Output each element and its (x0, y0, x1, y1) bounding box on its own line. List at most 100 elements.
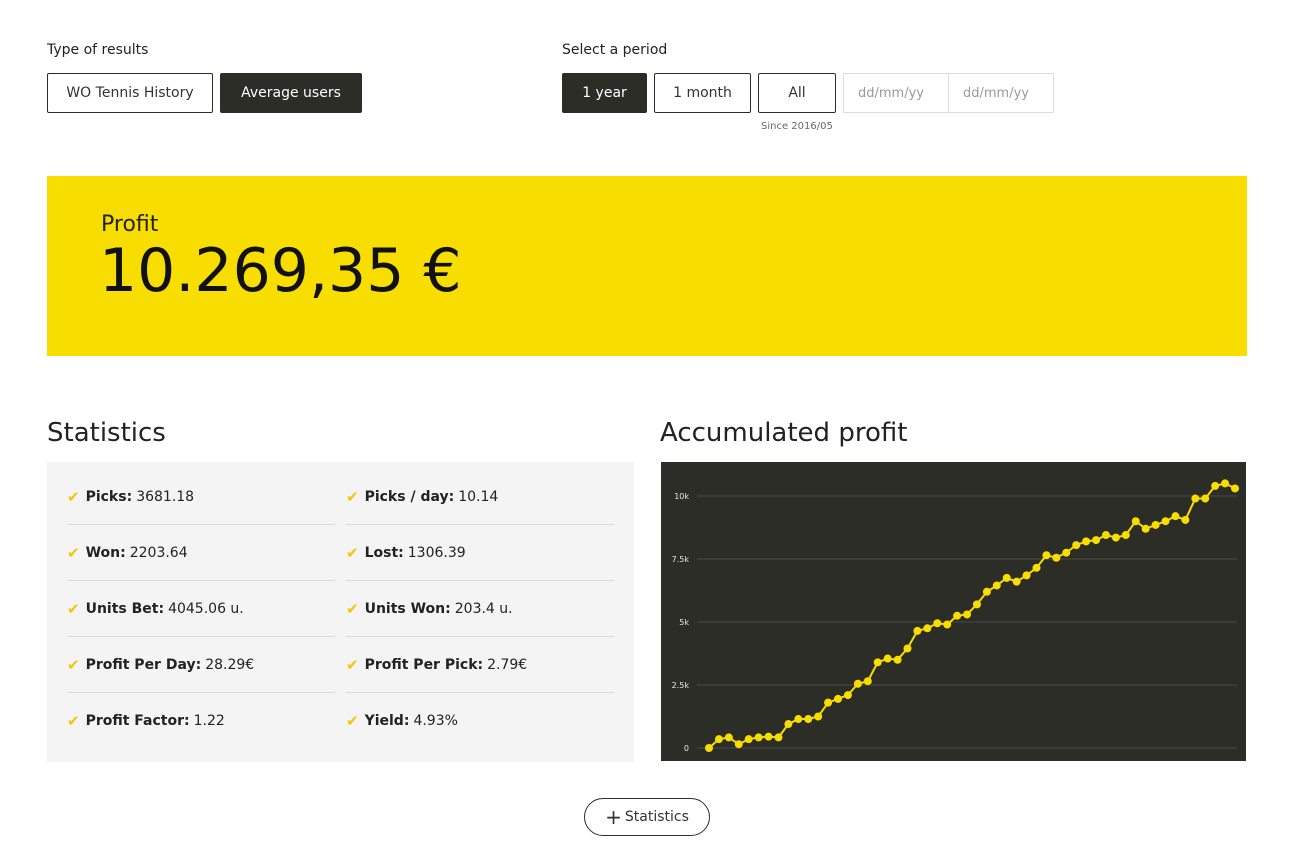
statistics-title: Statistics (47, 418, 166, 448)
stat-label: Profit Factor: (85, 712, 190, 729)
period-1-year-button[interactable]: 1 year (562, 73, 647, 113)
data-point[interactable] (1022, 571, 1031, 580)
data-point[interactable] (1012, 577, 1021, 586)
data-point[interactable] (1121, 531, 1130, 540)
data-point[interactable] (1171, 512, 1180, 521)
data-point[interactable] (953, 611, 962, 620)
stat-profit-factor: ✔ Profit Factor: 1.22 (67, 693, 335, 748)
data-point[interactable] (1181, 515, 1190, 524)
data-point[interactable] (923, 624, 932, 633)
stat-label: Units Bet: (85, 601, 165, 617)
period-label: Select a period (562, 42, 668, 58)
period-all-button[interactable]: All (758, 73, 836, 113)
y-tick-label: 0 (684, 744, 689, 753)
data-point[interactable] (804, 715, 813, 724)
y-tick-label: 10k (674, 492, 689, 501)
stat-label: Yield: (364, 712, 410, 729)
data-point[interactable] (843, 691, 852, 700)
data-point[interactable] (1201, 494, 1210, 503)
stat-label: Units Won: (364, 601, 451, 617)
check-icon: ✔ (346, 544, 359, 562)
check-icon: ✔ (346, 656, 359, 674)
since-note: Since 2016/05 (761, 121, 833, 132)
accumulated-profit-chart: 0 2.5k 5k 7.5k 10k (661, 462, 1246, 761)
data-point[interactable] (834, 694, 843, 703)
data-point[interactable] (933, 619, 942, 628)
accumulated-profit-title: Accumulated profit (660, 418, 908, 448)
plus-icon: + (605, 805, 622, 829)
data-point[interactable] (972, 600, 981, 609)
data-point[interactable] (853, 679, 862, 688)
data-point[interactable] (883, 654, 892, 663)
data-point[interactable] (1032, 563, 1041, 572)
stat-value: 10.14 (458, 489, 499, 505)
data-point[interactable] (1161, 517, 1170, 526)
profit-value: 10.269,35 € (99, 236, 462, 306)
data-point[interactable] (1151, 520, 1160, 529)
data-point[interactable] (1052, 553, 1061, 562)
data-point[interactable] (903, 644, 912, 653)
check-icon: ✔ (67, 711, 80, 730)
data-point[interactable] (1111, 533, 1120, 542)
stat-lost: ✔ Lost: 1306.39 (346, 526, 614, 581)
period-1-month-button[interactable]: 1 month (654, 73, 751, 113)
data-point[interactable] (794, 715, 803, 724)
data-point[interactable] (1072, 541, 1081, 550)
data-point[interactable] (1062, 548, 1071, 557)
data-point[interactable] (893, 655, 902, 664)
stat-value: 203.4 u. (454, 601, 513, 617)
more-statistics-button[interactable]: + Statistics (584, 798, 710, 836)
data-point[interactable] (873, 658, 882, 667)
statistics-panel: ✔ Picks: 3681.18 ✔ Picks / day: 10.14 ✔ … (47, 462, 634, 762)
check-icon: ✔ (67, 656, 80, 674)
data-point[interactable] (814, 712, 823, 721)
data-point[interactable] (714, 735, 723, 744)
data-point[interactable] (1101, 531, 1110, 540)
data-point[interactable] (913, 626, 922, 635)
data-point[interactable] (1131, 517, 1140, 526)
stat-value: 1306.39 (407, 545, 466, 561)
y-tick-label: 2.5k (672, 681, 690, 690)
data-point[interactable] (774, 733, 783, 742)
data-point[interactable] (1042, 551, 1051, 560)
average-users-button[interactable]: Average users (220, 73, 362, 113)
stat-label: Won: (85, 545, 126, 561)
wo-tennis-history-button[interactable]: WO Tennis History (47, 73, 213, 113)
check-icon: ✔ (67, 600, 80, 618)
data-point[interactable] (963, 610, 972, 619)
y-tick-label: 7.5k (672, 555, 690, 564)
data-point[interactable] (754, 733, 763, 742)
date-from-input[interactable] (843, 73, 949, 113)
stat-profit-per-day: ✔ Profit Per Day: 28.29€ (67, 638, 335, 693)
data-point[interactable] (982, 587, 991, 596)
data-point[interactable] (724, 733, 733, 742)
stat-units-won: ✔ Units Won: 203.4 u. (346, 582, 614, 637)
data-point[interactable] (1231, 484, 1239, 493)
stat-value: 4.93% (413, 712, 458, 729)
data-point[interactable] (1221, 479, 1230, 488)
data-point[interactable] (1191, 494, 1200, 503)
data-point[interactable] (1141, 524, 1150, 533)
data-point[interactable] (705, 744, 713, 752)
data-point[interactable] (734, 740, 743, 749)
data-point[interactable] (784, 720, 793, 729)
stat-units-bet: ✔ Units Bet: 4045.06 u. (67, 582, 335, 637)
data-point[interactable] (1082, 537, 1091, 546)
date-to-input[interactable] (948, 73, 1054, 113)
data-point[interactable] (824, 698, 833, 707)
data-point[interactable] (744, 735, 753, 744)
data-point[interactable] (1211, 481, 1220, 490)
data-point[interactable] (1092, 536, 1101, 545)
data-point[interactable] (992, 581, 1001, 590)
data-point[interactable] (943, 620, 952, 629)
profit-label: Profit (101, 212, 159, 237)
check-icon: ✔ (67, 544, 80, 562)
check-icon: ✔ (346, 600, 359, 618)
data-point[interactable] (863, 677, 872, 686)
stat-value: 1.22 (193, 712, 225, 729)
data-point[interactable] (1002, 573, 1011, 582)
stat-yield: ✔ Yield: 4.93% (346, 693, 614, 748)
data-point[interactable] (764, 732, 773, 741)
profit-banner: Profit 10.269,35 € (47, 176, 1247, 356)
y-tick-label: 5k (679, 618, 689, 627)
